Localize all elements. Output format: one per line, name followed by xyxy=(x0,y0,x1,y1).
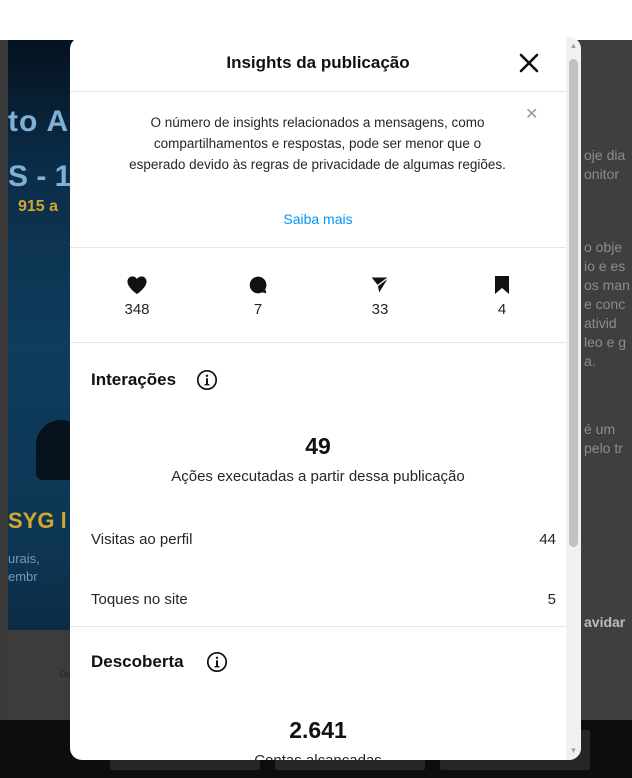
post-text-line: embr xyxy=(8,569,38,584)
stat-comments: 7 xyxy=(218,275,298,318)
profile-visits-value: 44 xyxy=(539,531,556,548)
interactions-total: 49 xyxy=(305,433,331,459)
interactions-subtitle: Ações executadas a partir dessa publicaç… xyxy=(171,468,465,485)
stat-value: 33 xyxy=(371,301,389,318)
stat-saves: 4 xyxy=(462,275,542,318)
stat-likes: 348 xyxy=(97,275,177,318)
stat-shares: 33 xyxy=(340,275,420,318)
heart-icon xyxy=(127,276,147,295)
modal-header: Insights da publicação xyxy=(70,37,566,92)
caption-line: a. xyxy=(584,353,596,369)
post-text-line: S - 1 xyxy=(8,160,72,193)
info-icon[interactable] xyxy=(206,651,228,673)
info-icon[interactable] xyxy=(196,369,218,391)
caption-line: onitor xyxy=(584,166,620,182)
notice-close-icon[interactable]: ✕ xyxy=(525,104,538,124)
scroll-thumb[interactable] xyxy=(569,59,578,547)
post-text-line: 915 a xyxy=(18,198,59,215)
section-title-interactions: Interações xyxy=(91,370,177,389)
caption-line: e conc xyxy=(584,296,626,312)
caption-line: o obje xyxy=(584,239,623,255)
section-divider xyxy=(70,626,566,627)
caption-line: leo e g xyxy=(584,334,627,350)
learn-more-link[interactable]: Saiba mais xyxy=(70,211,566,227)
stat-value: 7 xyxy=(253,301,263,318)
caption-line: io e es xyxy=(584,258,626,274)
post-text-block: urais, embr xyxy=(8,550,40,586)
browser-top-strip xyxy=(0,0,632,40)
post-text-line: urais, xyxy=(8,551,40,566)
close-button[interactable] xyxy=(515,49,543,77)
stat-value: 348 xyxy=(124,301,150,318)
engagement-stats: 348 7 33 4 xyxy=(70,247,566,343)
scroll-up-arrow[interactable]: ▲ xyxy=(566,39,581,53)
insights-modal: Insights da publicação O número de insig… xyxy=(70,37,581,760)
discovery-total: 2.641 xyxy=(289,717,347,743)
modal-title: Insights da publicação xyxy=(226,53,410,72)
post-text-line: SYG l xyxy=(8,508,67,533)
modal-scrollbar[interactable]: ▲ ▼ xyxy=(566,37,581,760)
scroll-down-arrow[interactable]: ▼ xyxy=(566,744,581,758)
discovery-subtitle: Contas alcançadas xyxy=(70,752,566,760)
caption-line: pelo tr xyxy=(584,440,623,456)
privacy-notice: O número de insights relacionados a mens… xyxy=(70,92,566,248)
section-title-discovery: Descoberta xyxy=(91,652,184,671)
share-icon xyxy=(371,276,389,293)
post-text-line: to A xyxy=(8,105,70,138)
caption-line: ativid xyxy=(584,315,617,331)
notice-text: O número de insights relacionados a mens… xyxy=(129,115,506,172)
website-taps-label: Toques no site xyxy=(91,591,188,608)
stat-value: 4 xyxy=(497,301,507,318)
bookmark-icon xyxy=(495,276,509,294)
caption-line: oje dia xyxy=(584,147,626,163)
caption-line: os man xyxy=(584,277,630,293)
close-icon xyxy=(519,53,539,73)
profile-visits-label: Visitas ao perfil xyxy=(91,531,193,548)
caption-line: é um xyxy=(584,421,616,437)
website-taps-value: 5 xyxy=(547,591,556,608)
caption-line: avidar xyxy=(584,614,626,630)
comment-icon xyxy=(249,276,267,294)
